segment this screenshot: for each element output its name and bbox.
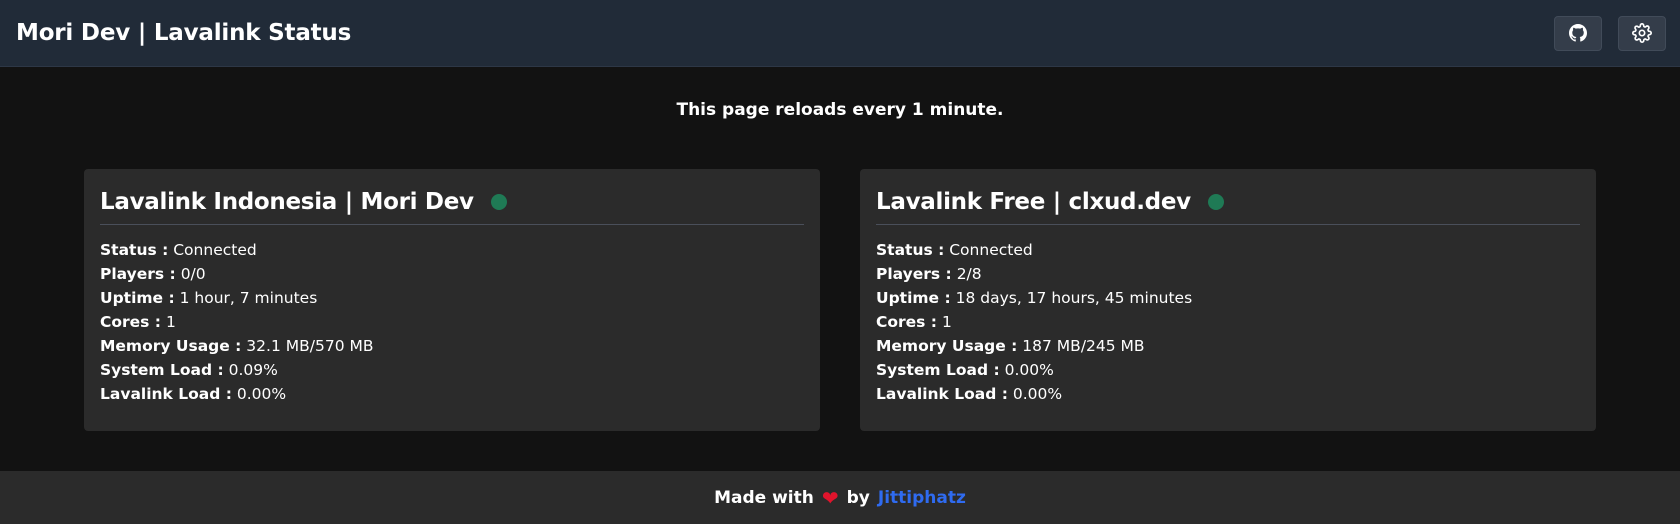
stat-label: Status :	[100, 241, 169, 259]
node-card-header: Lavalink Indonesia | Mori Dev	[100, 185, 804, 225]
stat-players: Players : 2/8	[876, 262, 1580, 286]
stat-label: Memory Usage :	[876, 337, 1018, 355]
node-stats-list: Status : Connected Players : 0/0 Uptime …	[100, 238, 804, 406]
online-status-dot	[490, 193, 507, 210]
author-link[interactable]: Jittiphatz	[878, 488, 966, 508]
stat-label: Players :	[100, 265, 176, 283]
stat-label: Uptime :	[100, 289, 175, 307]
stat-value: 0.09%	[228, 361, 278, 379]
stat-label: Cores :	[876, 313, 938, 331]
stat-value: Connected	[949, 241, 1033, 259]
theme-toggle-button[interactable]	[1618, 15, 1666, 51]
stat-memory-usage: Memory Usage : 187 MB/245 MB	[876, 334, 1580, 358]
stat-uptime: Uptime : 18 days, 17 hours, 45 minutes	[876, 286, 1580, 310]
stat-uptime: Uptime : 1 hour, 7 minutes	[100, 286, 804, 310]
stat-system-load: System Load : 0.00%	[876, 358, 1580, 382]
stat-label: Lavalink Load :	[876, 385, 1008, 403]
heart-icon: ❤	[821, 485, 839, 510]
stat-value: 0.00%	[1012, 385, 1063, 403]
reload-notice: This page reloads every 1 minute.	[676, 100, 1004, 120]
stat-label: Status :	[876, 241, 945, 259]
stat-status: Status : Connected	[100, 238, 804, 262]
stat-status: Status : Connected	[876, 238, 1580, 262]
node-card-clxud: Lavalink Free | clxud.dev Status : Conne…	[860, 169, 1596, 431]
stat-value: 1 hour, 7 minutes	[179, 289, 318, 307]
stat-cores: Cores : 1	[876, 310, 1580, 334]
stat-value: 18 days, 17 hours, 45 minutes	[955, 289, 1193, 307]
online-status-dot	[1207, 193, 1224, 210]
gear-icon	[1632, 23, 1652, 43]
stat-label: System Load :	[876, 361, 1000, 379]
navbar-actions	[1554, 15, 1666, 51]
stat-label: System Load :	[100, 361, 224, 379]
page-footer: Made with ❤ by Jittiphatz	[0, 471, 1680, 524]
stat-players: Players : 0/0	[100, 262, 804, 286]
stat-label: Players :	[876, 265, 952, 283]
stat-label: Lavalink Load :	[100, 385, 232, 403]
stat-value: 1	[941, 313, 952, 331]
stat-system-load: System Load : 0.09%	[100, 358, 804, 382]
github-button[interactable]	[1554, 15, 1602, 51]
node-stats-list: Status : Connected Players : 2/8 Uptime …	[876, 238, 1580, 406]
stat-lavalink-load: Lavalink Load : 0.00%	[100, 382, 804, 406]
site-title[interactable]: Mori Dev | Lavalink Status	[16, 20, 351, 46]
stat-label: Cores :	[100, 313, 162, 331]
stat-label: Memory Usage :	[100, 337, 242, 355]
top-navbar: Mori Dev | Lavalink Status	[0, 0, 1680, 67]
stat-value: 187 MB/245 MB	[1022, 337, 1145, 355]
stat-value: 0.00%	[236, 385, 287, 403]
stat-value: Connected	[173, 241, 257, 259]
stat-value: 0/0	[180, 265, 206, 283]
stat-value: 0.00%	[1004, 361, 1054, 379]
node-title: Lavalink Free | clxud.dev	[876, 188, 1191, 215]
stat-value: 32.1 MB/570 MB	[246, 337, 374, 355]
stat-cores: Cores : 1	[100, 310, 804, 334]
stat-value: 2/8	[956, 265, 982, 283]
node-card-indonesia: Lavalink Indonesia | Mori Dev Status : C…	[84, 169, 820, 431]
node-card-header: Lavalink Free | clxud.dev	[876, 185, 1580, 225]
footer-by: by	[846, 487, 870, 508]
stat-label: Uptime :	[876, 289, 951, 307]
footer-made-with: Made with	[714, 487, 814, 508]
node-title: Lavalink Indonesia | Mori Dev	[100, 188, 474, 215]
stat-value: 1	[165, 313, 176, 331]
stat-memory-usage: Memory Usage : 32.1 MB/570 MB	[100, 334, 804, 358]
stat-lavalink-load: Lavalink Load : 0.00%	[876, 382, 1580, 406]
github-icon	[1569, 24, 1587, 42]
